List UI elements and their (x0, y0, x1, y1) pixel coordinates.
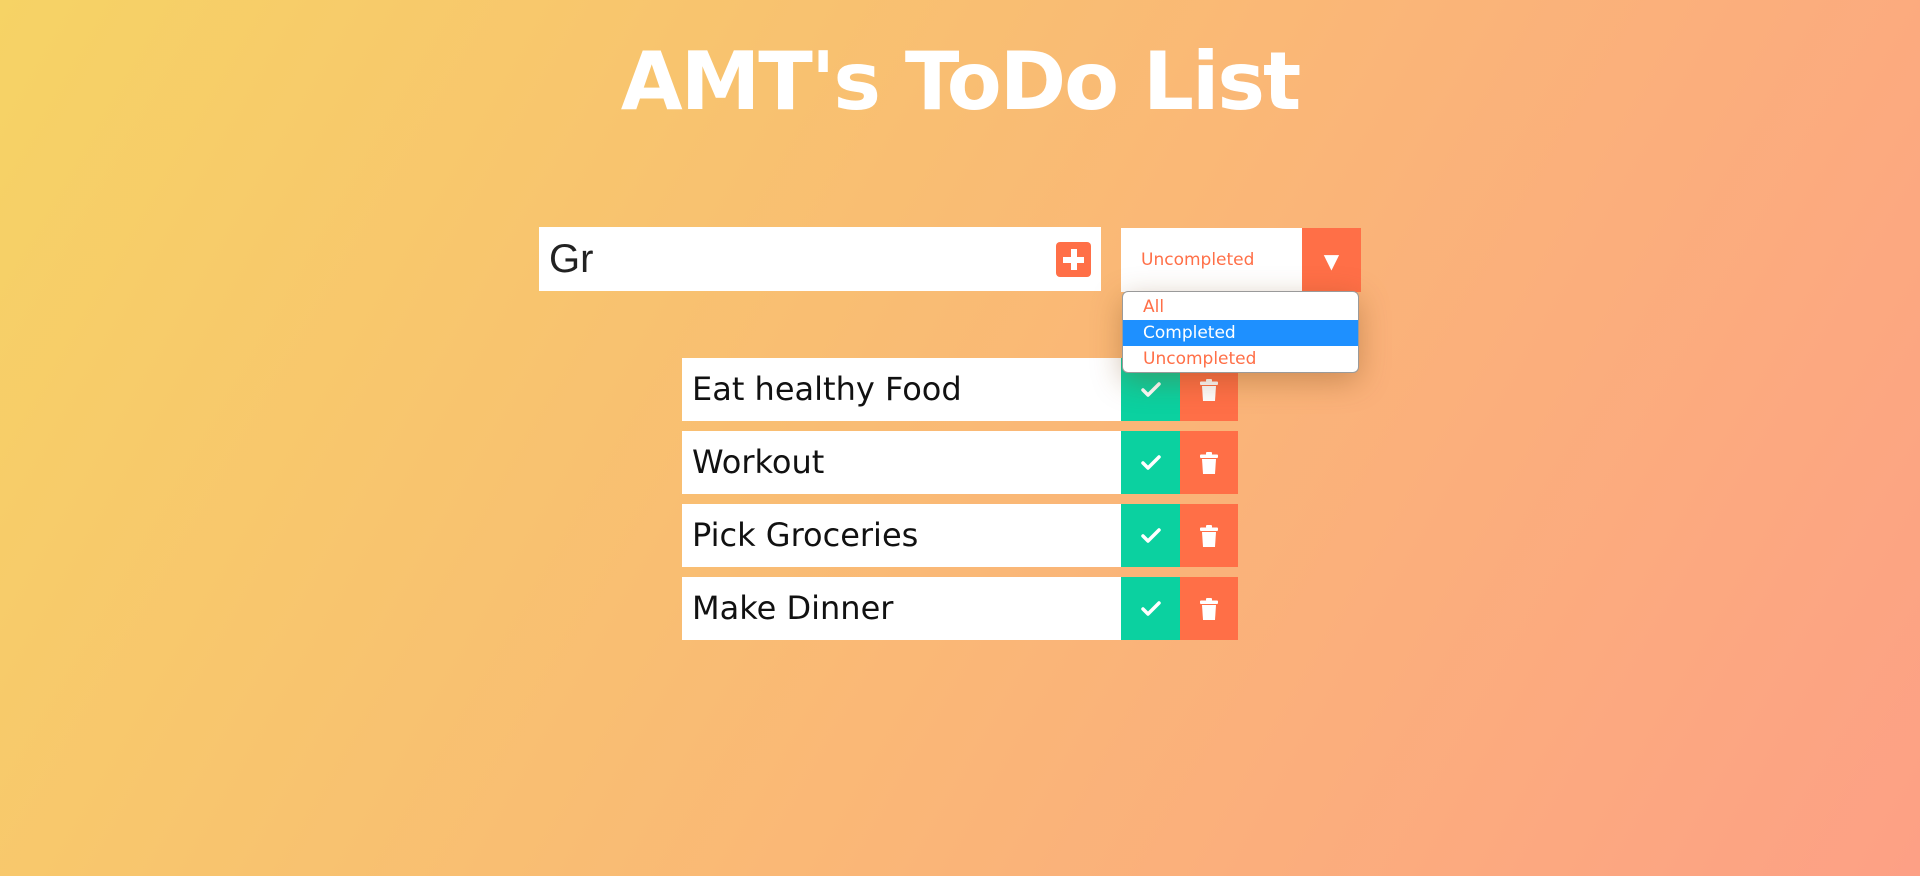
trash-icon (1200, 451, 1218, 474)
delete-button[interactable] (1180, 577, 1238, 640)
complete-button[interactable] (1121, 431, 1180, 494)
todo-item: Workout (682, 431, 1238, 494)
todo-text: Make Dinner (692, 589, 894, 627)
check-icon (1140, 527, 1161, 543)
todo-text: Workout (692, 443, 825, 481)
check-icon (1140, 454, 1161, 470)
filter-option-all[interactable]: All (1123, 294, 1358, 320)
filter-dropdown: All Completed Uncompleted (1122, 291, 1359, 373)
todo-text: Pick Groceries (692, 516, 919, 554)
add-todo-button[interactable] (1056, 242, 1091, 277)
todo-item: Make Dinner (682, 577, 1238, 640)
filter-select[interactable]: Uncompleted ▼ (1121, 228, 1361, 292)
todo-input[interactable] (539, 227, 1039, 291)
caret-down-icon[interactable]: ▼ (1302, 228, 1361, 292)
trash-icon (1200, 524, 1218, 547)
complete-button[interactable] (1121, 504, 1180, 567)
todo-item: Pick Groceries (682, 504, 1238, 567)
filter-option-uncompleted[interactable]: Uncompleted (1123, 346, 1358, 372)
page-title: AMT's ToDo List (620, 35, 1301, 128)
filter-option-completed[interactable]: Completed (1123, 320, 1358, 346)
delete-button[interactable] (1180, 504, 1238, 567)
todo-text: Eat healthy Food (692, 370, 962, 408)
trash-icon (1200, 597, 1218, 620)
check-icon (1140, 381, 1161, 397)
check-icon (1140, 600, 1161, 616)
delete-button[interactable] (1180, 431, 1238, 494)
todo-form (539, 227, 1101, 291)
complete-button[interactable] (1121, 577, 1180, 640)
todo-list: Eat healthy Food Workout Pick Groceries … (682, 358, 1238, 650)
trash-icon (1200, 378, 1218, 401)
filter-selected-value: Uncompleted (1141, 250, 1255, 270)
